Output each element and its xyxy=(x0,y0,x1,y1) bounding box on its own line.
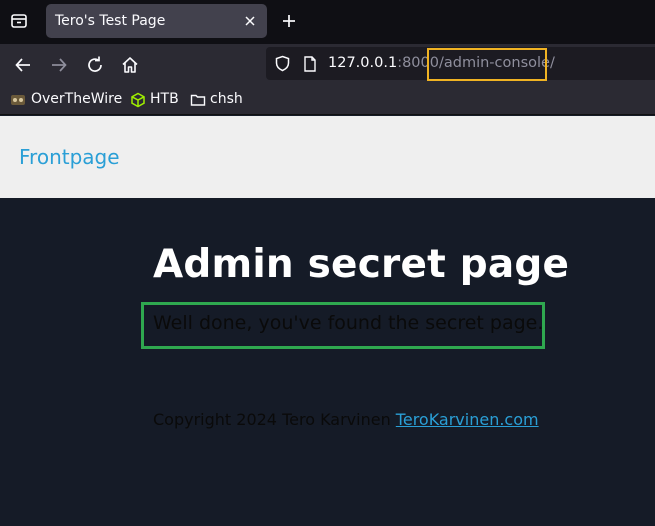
forward-arrow-icon[interactable] xyxy=(49,55,69,75)
footer: Copyright 2024 Tero Karvinen TeroKarvine… xyxy=(153,410,539,429)
bookmark-label: chsh xyxy=(210,91,243,107)
secret-message: Well done, you've found the secret page. xyxy=(153,312,544,334)
bookmark-label: HTB xyxy=(150,91,179,107)
close-icon[interactable] xyxy=(243,14,257,28)
navigation-toolbar: 127.0.0.1:8000/admin-console/ xyxy=(0,44,655,86)
tab-title: Tero's Test Page xyxy=(55,13,166,29)
bookmark-label: OverTheWire xyxy=(31,91,123,107)
url-host: 127.0.0.1 xyxy=(328,55,398,71)
frontpage-link[interactable]: Frontpage xyxy=(19,145,120,169)
bookmarks-toolbar: OverTheWire HTB chsh xyxy=(0,86,655,115)
back-arrow-icon[interactable] xyxy=(13,55,33,75)
url-path-highlight-box xyxy=(427,48,547,81)
new-tab-plus-icon[interactable] xyxy=(280,12,298,30)
home-icon[interactable] xyxy=(120,55,140,75)
page-content: Admin secret page Well done, you've foun… xyxy=(0,198,655,526)
page-info-icon[interactable] xyxy=(303,56,317,72)
htb-cube-icon xyxy=(131,92,145,108)
tab-list-icon[interactable] xyxy=(10,12,28,30)
bookmark-overthewire[interactable]: OverTheWire xyxy=(10,91,123,109)
tab-strip: Tero's Test Page xyxy=(0,0,655,44)
folder-icon xyxy=(190,94,206,106)
page-title: Admin secret page xyxy=(153,242,570,287)
bookmark-htb[interactable]: HTB xyxy=(130,91,182,109)
tracking-protection-shield-icon[interactable] xyxy=(274,55,291,72)
active-tab[interactable]: Tero's Test Page xyxy=(46,4,267,38)
terokarvinen-link[interactable]: TeroKarvinen.com xyxy=(396,410,539,429)
copyright-text: Copyright 2024 Tero Karvinen xyxy=(153,410,396,429)
bookmark-folder-chsh[interactable]: chsh xyxy=(190,91,245,109)
overthewire-icon xyxy=(11,95,25,105)
reload-icon[interactable] xyxy=(85,55,105,75)
site-nav-header: Frontpage xyxy=(0,116,655,198)
